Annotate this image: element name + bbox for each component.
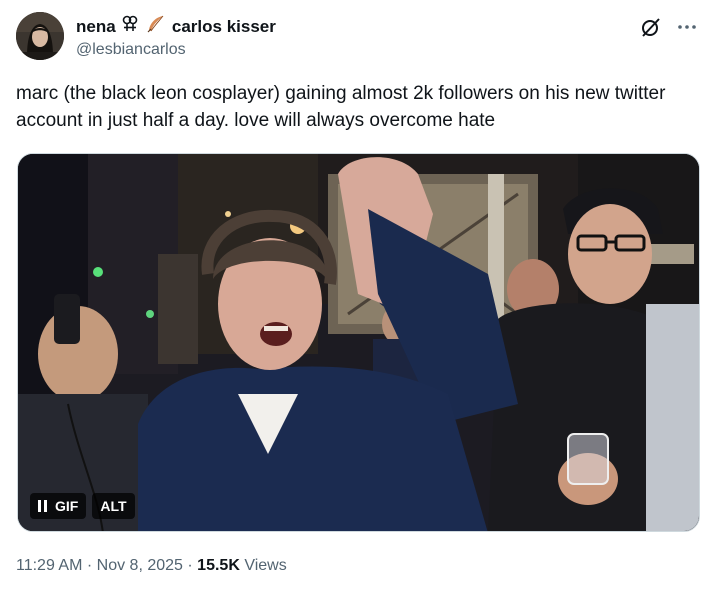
avatar[interactable] [16, 12, 64, 60]
meta-separator: · [187, 557, 193, 574]
gif-frame-image [18, 154, 699, 531]
meta-separator: · [86, 557, 93, 574]
alt-badge[interactable]: ALT [92, 493, 135, 519]
views-count: 15.5K [197, 557, 240, 574]
views-label: Views [244, 557, 287, 574]
tweet-date[interactable]: Nov 8, 2025 [97, 557, 183, 574]
tweet-media-gif[interactable]: GIF ALT [17, 153, 700, 532]
author-handle[interactable]: @lesbiancarlos [76, 39, 276, 61]
alt-label: ALT [100, 498, 127, 514]
feather-icon [147, 15, 165, 39]
author-names: nena carlos kisser @lesbiancarlos [76, 15, 276, 61]
tweet-card: nena carlos kisser @lesbiancarlos marc (… [0, 0, 716, 595]
more-options-icon[interactable] [674, 14, 700, 40]
gif-pause-button[interactable]: GIF [30, 493, 87, 519]
gif-label: GIF [55, 498, 79, 514]
media-controls: GIF ALT [30, 493, 135, 519]
tweet-text: marc (the black leon cosplayer) gaining … [16, 83, 666, 131]
tweet-header: nena carlos kisser @lesbiancarlos [16, 12, 700, 64]
display-name[interactable]: nena carlos kisser [76, 15, 276, 39]
display-name-second: carlos kisser [171, 17, 276, 36]
sapphic-symbol-icon [122, 15, 138, 39]
pause-icon [38, 500, 47, 512]
display-name-first: nena [76, 17, 116, 36]
tweet-meta: 11:29 AM · Nov 8, 2025 · 15.5K Views [16, 556, 287, 576]
grok-icon[interactable] [638, 14, 664, 40]
tweet-time[interactable]: 11:29 AM [16, 557, 82, 574]
tweet-top-actions [638, 14, 700, 40]
